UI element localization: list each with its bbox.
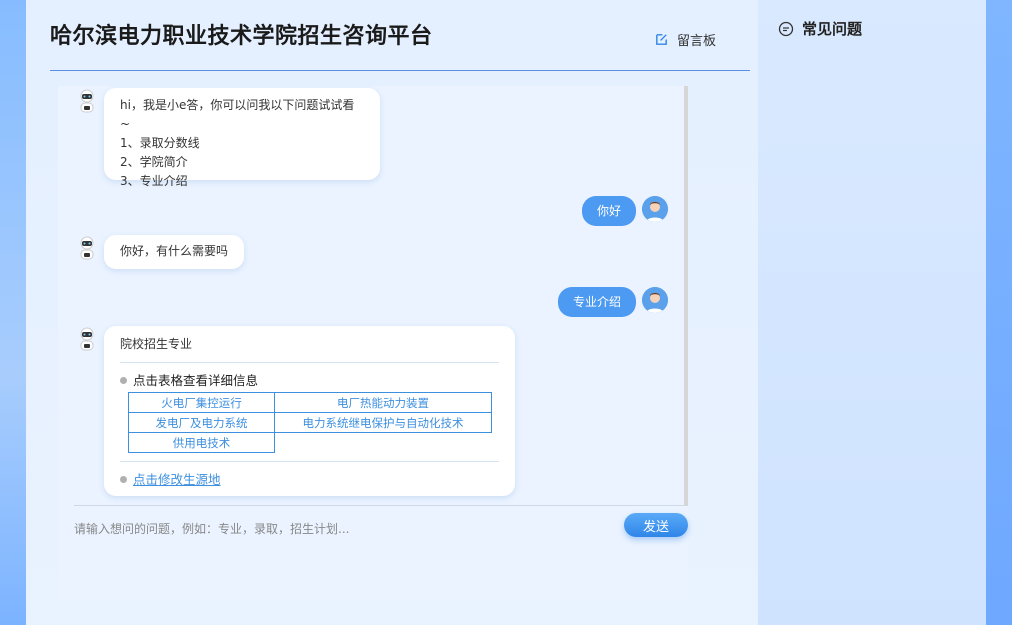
robot-avatar [80,89,94,113]
table-row: 发电厂及电力系统 电力系统继电保护与自动化技术 [128,412,492,433]
background-right [986,0,1012,625]
page-title: 哈尔滨电力职业技术学院招生咨询平台 [50,24,433,49]
majors-tip: 点击表格查看详细信息 [120,371,499,390]
majors-table: 火电厂集控运行 电厂热能动力装置 发电厂及电力系统 电力系统继电保护与自动化技术… [128,392,492,453]
major-cell[interactable]: 发电厂及电力系统 [128,412,275,433]
user-avatar [642,196,668,222]
greeting-option: 1、录取分数线 [120,136,200,150]
major-cell[interactable]: 电力系统继电保护与自动化技术 [274,412,492,433]
divider [120,362,499,363]
major-cell[interactable]: 电厂热能动力装置 [274,392,492,413]
faq-header: 常见问题 [778,18,862,39]
modify-origin-link[interactable]: 点击修改生源地 [133,470,221,489]
greeting-option: 2、学院简介 [120,155,188,169]
robot-avatar [80,327,94,351]
bot-reply-bubble: 你好，有什么需要吗 [104,235,244,269]
majors-title: 院校招生专业 [120,337,193,351]
chat-bubble-icon [778,21,794,36]
bullet-dot [120,476,127,483]
main-panel: 哈尔滨电力职业技术学院招生咨询平台 留言板 hi，我是小e答，你可以问我以下问题… [26,0,758,625]
message-board-label: 留言板 [677,34,717,49]
user-message-bubble: 专业介绍 [558,287,637,317]
major-cell[interactable]: 火电厂集控运行 [128,392,275,413]
header-divider [50,70,750,71]
chat-messages[interactable]: hi，我是小e答，你可以问我以下问题试试看~ 1、录取分数线 2、学院简介 3、… [58,86,688,506]
majors-tip-text: 点击表格查看详细信息 [133,373,259,388]
divider [120,461,499,462]
bot-greeting-bubble: hi，我是小e答，你可以问我以下问题试试看~ 1、录取分数线 2、学院简介 3、… [104,88,380,188]
modify-origin-row: 点击修改生源地 [120,470,499,489]
send-button[interactable]: 发送 [624,513,688,537]
robot-avatar [80,236,94,260]
user-message-bubble: 你好 [582,196,637,226]
table-row: 火电厂集控运行 电厂热能动力装置 [128,392,492,413]
bullet-dot [120,377,127,384]
greeting-option: 3、专业介绍 [120,174,188,188]
faq-title: 常见问题 [802,20,863,38]
input-divider [74,505,688,506]
table-row: 供用电技术 [128,432,492,453]
user-avatar [642,287,668,313]
chat-input[interactable] [74,518,574,540]
faq-panel: 常见问题 [758,0,986,625]
bot-majors-bubble: 院校招生专业 点击表格查看详细信息 火电厂集控运行 电厂热能动力装置 发电厂及电… [104,326,515,496]
edit-icon [656,34,667,45]
background-left [0,0,26,625]
greeting-intro: hi，我是小e答，你可以问我以下问题试试看~ [120,98,355,131]
message-board-button[interactable]: 留言板 [654,30,716,49]
major-cell[interactable]: 供用电技术 [128,432,275,453]
chat-area: hi，我是小e答，你可以问我以下问题试试看~ 1、录取分数线 2、学院简介 3、… [58,86,688,601]
empty-cell [274,432,492,453]
